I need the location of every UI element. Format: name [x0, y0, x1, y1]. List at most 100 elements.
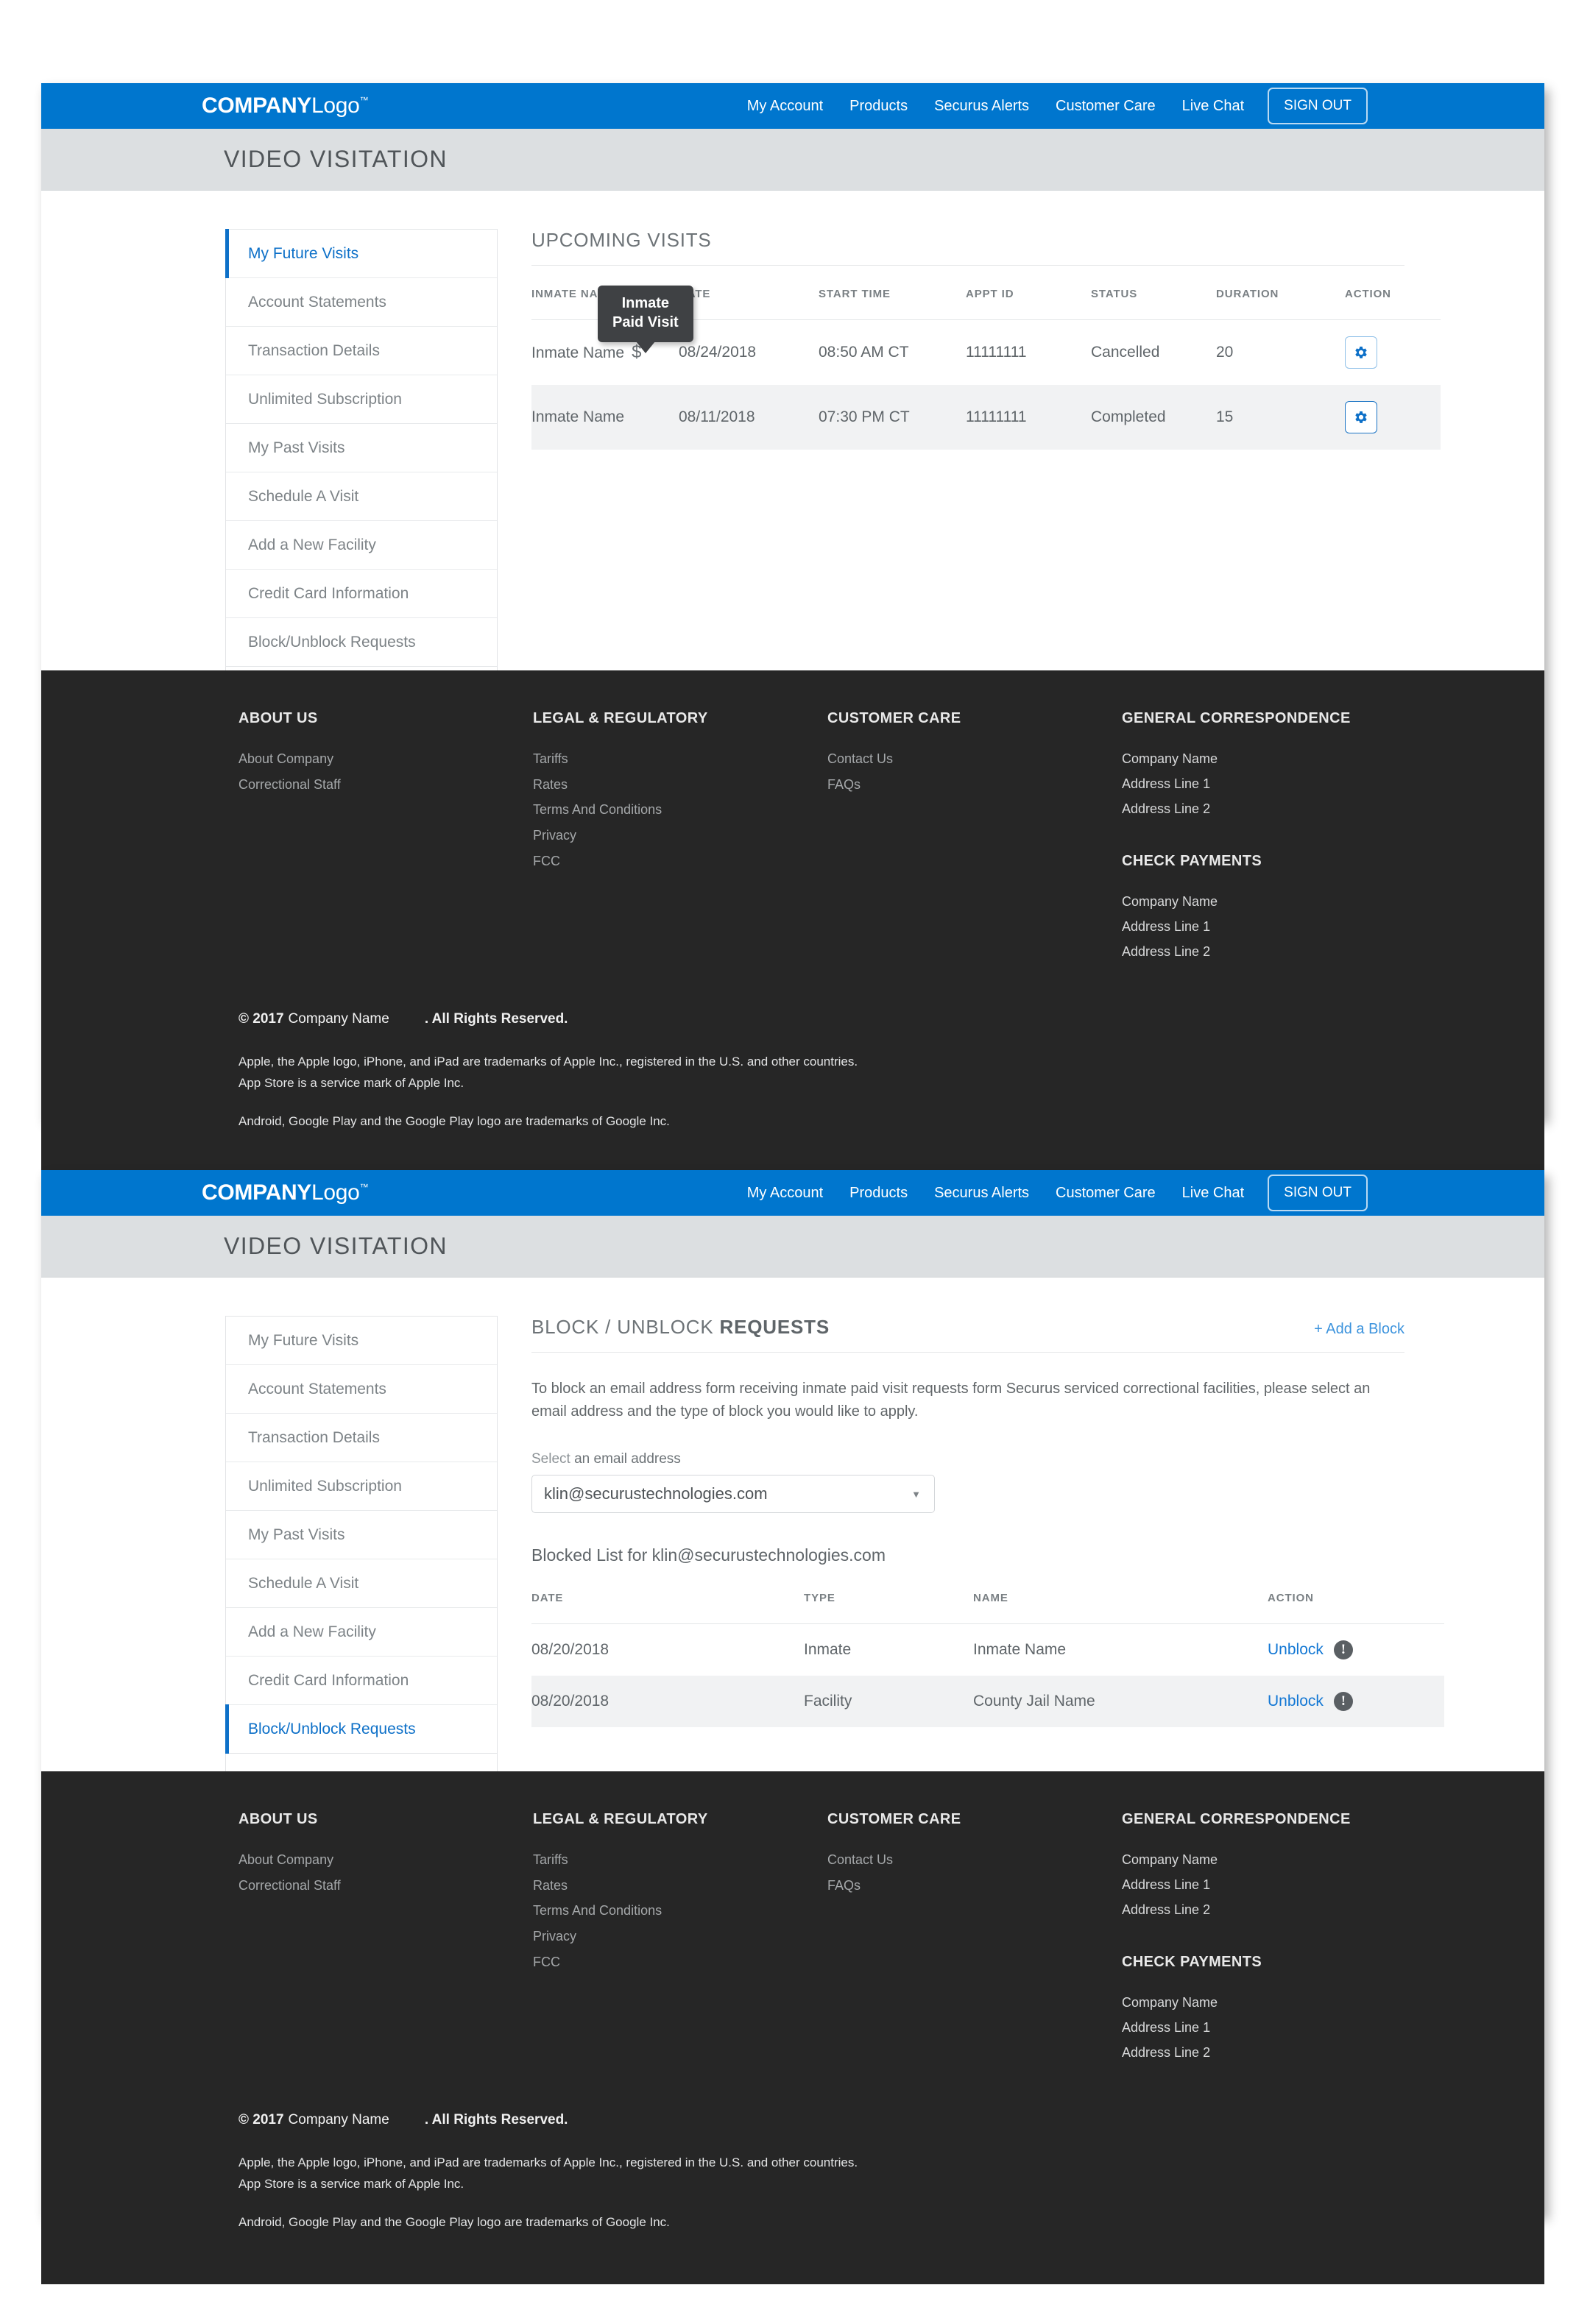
- cell-status: Cancelled: [1091, 344, 1160, 361]
- nav-item-live-chat[interactable]: Live Chat: [1169, 98, 1258, 115]
- footer-link-contact-us[interactable]: Contact Us: [827, 1847, 1122, 1873]
- sidebar-item-block-unblock-requests[interactable]: Block/Unblock Requests: [226, 618, 497, 667]
- legal-app-store: App Store is a service mark of Apple Inc…: [239, 1076, 464, 1091]
- footer-col-customer-care: CUSTOMER CARE Contact Us FAQs: [827, 710, 1122, 964]
- email-select-label: Select an email address: [531, 1451, 1404, 1467]
- sidebar-item-label: My Future Visits: [248, 244, 359, 262]
- brand-trademark: ™: [359, 1182, 369, 1192]
- sidebar-item-block-unblock-requests[interactable]: Block/Unblock Requests: [225, 1704, 497, 1754]
- company-logo[interactable]: COMPANY Logo ™: [202, 1180, 369, 1205]
- row-action-gear-button[interactable]: [1345, 401, 1377, 433]
- page-title: VIDEO VISITATION: [224, 1233, 448, 1259]
- footer-columns: ABOUT US About Company Correctional Staf…: [41, 1811, 1544, 2065]
- cell-start-time: 07:30 PM CT: [819, 385, 966, 450]
- sidebar-item-label: Schedule A Visit: [248, 487, 359, 505]
- add-a-block-link[interactable]: + Add a Block: [1314, 1321, 1404, 1338]
- upcoming-visits-title: UPCOMING VISITS: [531, 229, 712, 251]
- top-navigation-bar: COMPANY Logo ™ My Account Products Securus…: [41, 83, 1544, 129]
- sidebar-item-my-past-visits[interactable]: My Past Visits: [226, 424, 497, 472]
- footer-head-general-correspondence: GENERAL CORRESPONDENCE: [1122, 1811, 1351, 1827]
- copyright-suffix: . All Rights Reserved.: [424, 1011, 568, 1027]
- footer-link-correctional-staff[interactable]: Correctional Staff: [239, 772, 533, 798]
- sidebar-item-unlimited-subscription[interactable]: Unlimited Subscription: [226, 375, 497, 424]
- footer-link-tariffs[interactable]: Tariffs: [533, 746, 827, 772]
- footer-link-correctional-staff[interactable]: Correctional Staff: [239, 1873, 533, 1899]
- nav-item-live-chat[interactable]: Live Chat: [1169, 1185, 1258, 1202]
- sidebar-menu: My Future Visits Account Statements Tran…: [225, 229, 498, 670]
- nav-item-products[interactable]: Products: [836, 1185, 921, 1202]
- cell-action: [1345, 385, 1441, 450]
- sidebar-item-unlimited-subscription[interactable]: Unlimited Subscription: [226, 1462, 497, 1511]
- tooltip-line-2: Paid Visit: [612, 313, 679, 330]
- footer-link-terms-and-conditions[interactable]: Terms And Conditions: [533, 1898, 827, 1924]
- sidebar-item-my-past-visits[interactable]: My Past Visits: [226, 1511, 497, 1559]
- info-exclamation-icon[interactable]: !: [1333, 1640, 1353, 1659]
- unblock-link[interactable]: Unblock: [1268, 1693, 1324, 1710]
- cell-action: Unblock!: [1268, 1676, 1444, 1727]
- nav-item-securus-alerts[interactable]: Securus Alerts: [921, 98, 1042, 115]
- sidebar-item-label: Add a New Facility: [248, 1623, 376, 1640]
- sidebar-item-label: Schedule A Visit: [248, 1574, 359, 1592]
- sidebar-item-transaction-details[interactable]: Transaction Details: [226, 1414, 497, 1462]
- footer-link-about-company[interactable]: About Company: [239, 746, 533, 772]
- col-status: STATUS: [1091, 266, 1216, 320]
- col-action: ACTION: [1268, 1570, 1444, 1624]
- footer-link-rates[interactable]: Rates: [533, 772, 827, 798]
- footer-link-terms-and-conditions[interactable]: Terms And Conditions: [533, 797, 827, 823]
- sidebar-item-my-future-visits[interactable]: My Future Visits: [226, 1317, 497, 1365]
- card-body: My Future Visits Account Statements Tran…: [41, 1278, 1544, 1771]
- sign-out-button[interactable]: SIGN OUT: [1268, 88, 1368, 124]
- sidebar-item-label: Credit Card Information: [248, 584, 409, 602]
- footer-head-about-us: ABOUT US: [239, 1811, 318, 1827]
- sidebar-item-my-future-visits[interactable]: My Future Visits: [225, 229, 497, 278]
- copyright-prefix: © 2017: [239, 2112, 284, 2128]
- nav-item-my-account[interactable]: My Account: [734, 98, 836, 115]
- sidebar-item-credit-card-information[interactable]: Credit Card Information: [226, 1657, 497, 1705]
- tooltip-line-1: Inmate: [621, 295, 670, 311]
- footer-link-privacy[interactable]: Privacy: [533, 823, 827, 849]
- nav-links: My Account Products Securus Alerts Custo…: [734, 1175, 1368, 1211]
- footer-link-faqs[interactable]: FAQs: [827, 772, 1122, 798]
- footer-link-faqs[interactable]: FAQs: [827, 1873, 1122, 1899]
- block-unblock-main: BLOCK / UNBLOCK REQUESTS + Add a Block T…: [531, 1316, 1444, 1771]
- nav-item-products[interactable]: Products: [836, 98, 921, 115]
- sidebar-item-schedule-a-visit[interactable]: Schedule A Visit: [226, 472, 497, 521]
- copyright-line: © 2017 Company Name . All Rights Reserved.: [239, 2112, 1456, 2128]
- gear-icon: [1355, 347, 1367, 358]
- footer-link-about-company[interactable]: About Company: [239, 1847, 533, 1873]
- brand-light: Logo: [311, 1180, 360, 1205]
- sidebar-item-transaction-details[interactable]: Transaction Details: [226, 327, 497, 375]
- footer-check-address-line-1: Address Line 1: [1122, 2019, 1211, 2035]
- footer-link-tariffs[interactable]: Tariffs: [533, 1847, 827, 1873]
- brand-strong: COMPANY: [202, 93, 312, 118]
- sidebar-item-schedule-a-visit[interactable]: Schedule A Visit: [226, 1559, 497, 1608]
- footer-link-fcc[interactable]: FCC: [533, 849, 827, 874]
- unblock-link[interactable]: Unblock: [1268, 1641, 1324, 1658]
- sidebar-item-add-a-new-facility[interactable]: Add a New Facility: [226, 1608, 497, 1657]
- sidebar-item-credit-card-information[interactable]: Credit Card Information: [226, 570, 497, 618]
- footer-col-correspondence: GENERAL CORRESPONDENCE Company Name Addr…: [1122, 1811, 1431, 2065]
- footer-legal: © 2017 Company Name . All Rights Reserved.…: [41, 2112, 1544, 2233]
- footer-link-fcc[interactable]: FCC: [533, 1949, 827, 1975]
- brand-strong: COMPANY: [202, 1180, 312, 1205]
- footer-address-company-name: Company Name: [1122, 751, 1218, 766]
- email-address-selected-value: klin@securustechnologies.com: [544, 1484, 768, 1503]
- nav-item-securus-alerts[interactable]: Securus Alerts: [921, 1185, 1042, 1202]
- footer-link-privacy[interactable]: Privacy: [533, 1924, 827, 1949]
- footer-link-contact-us[interactable]: Contact Us: [827, 746, 1122, 772]
- row-action-gear-button[interactable]: [1345, 336, 1377, 369]
- info-exclamation-icon[interactable]: !: [1333, 1692, 1353, 1711]
- email-address-select[interactable]: klin@securustechnologies.com ▼: [531, 1475, 935, 1513]
- sidebar-item-account-statements[interactable]: Account Statements: [226, 278, 497, 327]
- footer-check-company-name: Company Name: [1122, 893, 1218, 909]
- sidebar-item-account-statements[interactable]: Account Statements: [226, 1365, 497, 1414]
- sidebar-item-add-a-new-facility[interactable]: Add a New Facility: [226, 521, 497, 570]
- cell-date: 08/11/2018: [679, 385, 819, 450]
- sign-out-button[interactable]: SIGN OUT: [1268, 1175, 1368, 1211]
- nav-item-customer-care[interactable]: Customer Care: [1042, 1185, 1169, 1202]
- company-logo[interactable]: COMPANY Logo ™: [202, 93, 369, 118]
- nav-item-customer-care[interactable]: Customer Care: [1042, 98, 1169, 115]
- sidebar-item-label: Account Statements: [248, 293, 386, 311]
- footer-link-rates[interactable]: Rates: [533, 1873, 827, 1899]
- nav-item-my-account[interactable]: My Account: [734, 1185, 836, 1202]
